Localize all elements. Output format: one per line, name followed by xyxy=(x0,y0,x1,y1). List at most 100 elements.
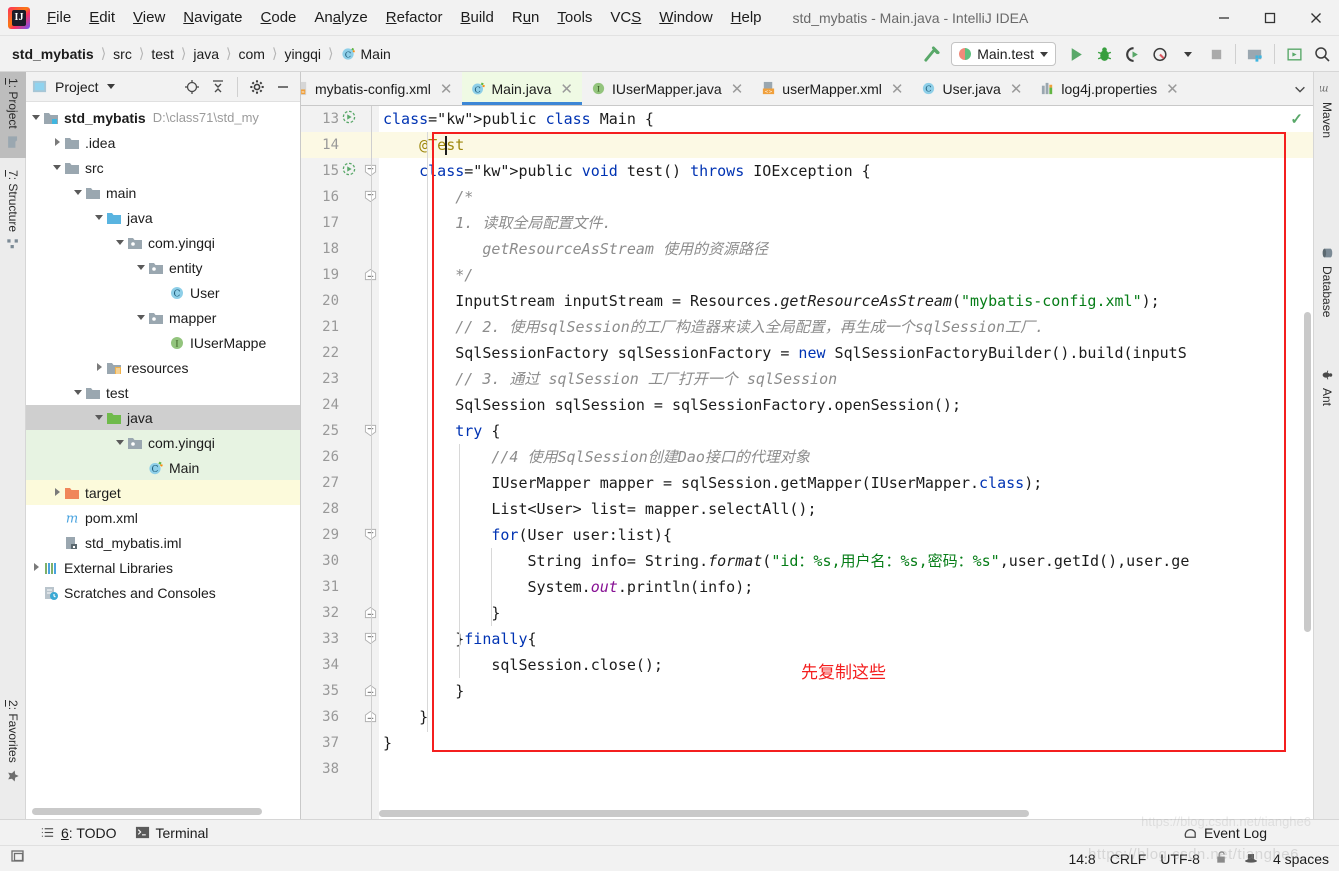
tree-node-scratches-and-consoles[interactable]: Scratches and Consoles xyxy=(26,580,300,605)
code-line-20[interactable]: InputStream inputStream = Resources.getR… xyxy=(379,288,1313,314)
gutter-line-28[interactable]: 28 xyxy=(301,496,379,522)
code-line-16[interactable]: /* xyxy=(379,184,1313,210)
run-button[interactable] xyxy=(1063,41,1089,67)
tree-node-target[interactable]: target xyxy=(26,480,300,505)
code-line-29[interactable]: for(User user:list){ xyxy=(379,522,1313,548)
layout-button[interactable] xyxy=(1281,41,1307,67)
maximize-button[interactable] xyxy=(1247,0,1293,36)
run-with-coverage-button[interactable] xyxy=(1119,41,1145,67)
code-line-19[interactable]: */ xyxy=(379,262,1313,288)
event-log-button[interactable]: Event Log xyxy=(1183,820,1267,846)
gutter-line-38[interactable]: 38 xyxy=(301,756,379,782)
tree-node-pom-xml[interactable]: m pom.xml xyxy=(26,505,300,530)
line-separator[interactable]: CRLF xyxy=(1110,851,1147,867)
menu-item-window[interactable]: Window xyxy=(650,5,721,30)
code-line-28[interactable]: List<User> list= mapper.selectAll(); xyxy=(379,496,1313,522)
tree-node-test[interactable]: test xyxy=(26,380,300,405)
update-project-button[interactable] xyxy=(1242,41,1268,67)
menu-item-navigate[interactable]: Navigate xyxy=(174,5,251,30)
bottom-tab-todo[interactable]: 6: TODO xyxy=(40,825,117,841)
gutter-line-27[interactable]: 27 xyxy=(301,470,379,496)
menu-item-view[interactable]: View xyxy=(124,5,174,30)
menu-item-analyze[interactable]: Analyze xyxy=(305,5,376,30)
code-line-17[interactable]: 1. 读取全局配置文件. xyxy=(379,210,1313,236)
menu-item-edit[interactable]: Edit xyxy=(80,5,124,30)
gutter-line-34[interactable]: 34 xyxy=(301,652,379,678)
breadcrumb-item-com[interactable]: com xyxy=(239,46,265,62)
chevron-down-icon[interactable] xyxy=(106,84,115,89)
tab-mybatis-config-xml[interactable]: <> mybatis-config.xml ✕ xyxy=(301,72,462,105)
tree-node-java[interactable]: java xyxy=(26,205,300,230)
editor-vertical-scrollbar[interactable] xyxy=(1304,312,1311,632)
code-line-30[interactable]: String info= String.format("id：%s,用户名：%s… xyxy=(379,548,1313,574)
tree-node-com-yingqi[interactable]: com.yingqi xyxy=(26,430,300,455)
sidebar-item-project[interactable]: 1: Project xyxy=(0,72,26,158)
close-icon[interactable]: ✕ xyxy=(731,80,744,98)
tree-node-external-libraries[interactable]: External Libraries xyxy=(26,555,300,580)
tree-node-resources[interactable]: resources xyxy=(26,355,300,380)
editor-horizontal-scrollbar[interactable] xyxy=(379,810,1029,817)
gutter-line-18[interactable]: 18 xyxy=(301,236,379,262)
gutter-line-20[interactable]: 20 xyxy=(301,288,379,314)
sidebar-item-ant[interactable]: Ant xyxy=(1314,362,1339,418)
breadcrumb-item-main[interactable]: C Main xyxy=(341,46,391,62)
run-test-icon[interactable] xyxy=(339,110,359,128)
sidebar-item-favorites[interactable]: 2: Favorites xyxy=(0,694,26,800)
tree-node-com-yingqi[interactable]: com.yingqi xyxy=(26,230,300,255)
code-line-36[interactable]: } xyxy=(379,704,1313,730)
tree-node-main[interactable]: main xyxy=(26,180,300,205)
project-settings-button[interactable] xyxy=(246,76,268,98)
gutter-line-21[interactable]: 21 xyxy=(301,314,379,340)
code-editor[interactable]: 13 14 15 16 17 18 19 20 21 22 23 24 25 26 27 28 29 30 31 32… xyxy=(301,106,1313,819)
profiler-button[interactable] xyxy=(1147,41,1173,67)
inspection-level-widget[interactable] xyxy=(1243,850,1259,869)
code-line-37[interactable]: } xyxy=(379,730,1313,756)
close-icon[interactable]: ✕ xyxy=(1010,80,1023,98)
menu-item-vcs[interactable]: VCS xyxy=(601,5,650,30)
close-icon[interactable]: ✕ xyxy=(440,80,453,98)
code-line-18[interactable]: getResourceAsStream 使用的资源路径 xyxy=(379,236,1313,262)
locate-target-button[interactable] xyxy=(181,76,203,98)
breadcrumb-item-java[interactable]: java xyxy=(193,46,219,62)
editor-code-area[interactable]: class="kw">public class Main { @Test cla… xyxy=(379,106,1313,819)
indent-setting[interactable]: 4 spaces xyxy=(1273,851,1329,867)
profiler-dropdown[interactable] xyxy=(1175,41,1201,67)
menu-item-refactor[interactable]: Refactor xyxy=(377,5,452,30)
tree-node-src[interactable]: src xyxy=(26,155,300,180)
code-line-26[interactable]: //4 使用SqlSession创建Dao接口的代理对象 xyxy=(379,444,1313,470)
code-line-25[interactable]: try { xyxy=(379,418,1313,444)
chevron-right-icon[interactable] xyxy=(93,361,106,374)
tab-iusermapper-java[interactable]: I IUserMapper.java ✕ xyxy=(582,72,752,105)
menu-item-tools[interactable]: Tools xyxy=(548,5,601,30)
gutter-line-13[interactable]: 13 xyxy=(301,106,379,132)
menu-item-build[interactable]: Build xyxy=(451,5,502,30)
chevron-right-icon[interactable] xyxy=(51,136,64,149)
chevron-down-icon[interactable] xyxy=(72,186,85,199)
code-line-21[interactable]: // 2. 使用sqlSession的工厂构造器来读入全局配置，再生成一个sql… xyxy=(379,314,1313,340)
code-line-15[interactable]: class="kw">public void test() throws IOE… xyxy=(379,158,1313,184)
tree-node-iusermappe[interactable]: I IUserMappe xyxy=(26,330,300,355)
gutter-line-31[interactable]: 31 xyxy=(301,574,379,600)
chevron-down-icon[interactable] xyxy=(135,261,148,274)
gutter-line-22[interactable]: 22 xyxy=(301,340,379,366)
build-project-button[interactable] xyxy=(918,41,944,67)
breadcrumb-item-src[interactable]: src xyxy=(113,46,132,62)
breadcrumb-item-test[interactable]: test xyxy=(151,46,174,62)
tree-node-java[interactable]: java xyxy=(26,405,300,430)
search-everywhere-button[interactable] xyxy=(1309,41,1335,67)
tree-horizontal-scrollbar[interactable] xyxy=(32,808,262,815)
close-icon[interactable]: ✕ xyxy=(891,80,904,98)
menu-item-code[interactable]: Code xyxy=(252,5,306,30)
code-line-24[interactable]: SqlSession sqlSession = sqlSessionFactor… xyxy=(379,392,1313,418)
chevron-down-icon[interactable] xyxy=(114,436,127,449)
minimize-button[interactable] xyxy=(1201,0,1247,36)
sidebar-item-structure[interactable]: 7: Structure xyxy=(0,164,26,264)
tree-node-main[interactable]: C Main xyxy=(26,455,300,480)
chevron-down-icon[interactable] xyxy=(51,161,64,174)
inspection-status-icon[interactable]: ✓ xyxy=(1290,110,1303,128)
chevron-down-icon[interactable] xyxy=(114,236,127,249)
code-line-31[interactable]: System.out.println(info); xyxy=(379,574,1313,600)
show-hidden-tabs-button[interactable] xyxy=(1287,72,1313,105)
chevron-down-icon[interactable] xyxy=(30,111,43,124)
chevron-down-icon[interactable] xyxy=(93,211,106,224)
